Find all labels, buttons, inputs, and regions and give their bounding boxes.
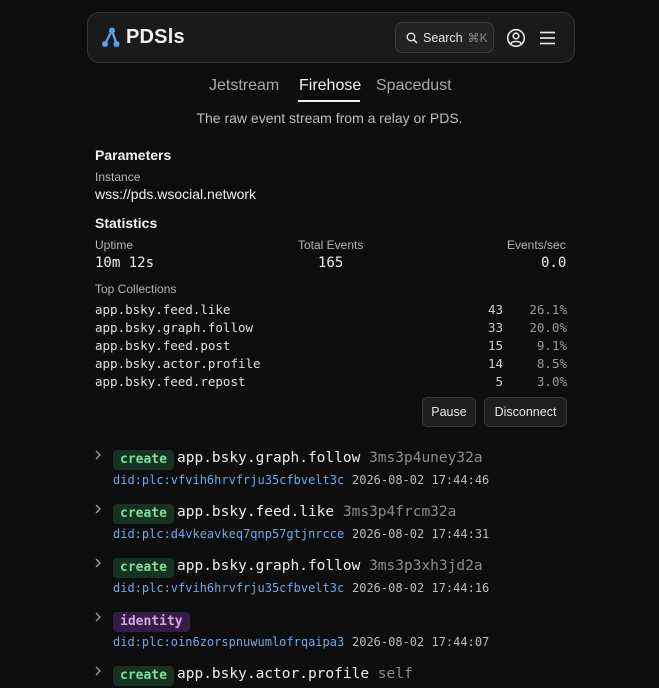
instance-value: wss://pds.wsocial.network — [95, 186, 257, 202]
stream-tabs: Jetstream Firehose Spacedust — [0, 77, 659, 103]
collection-count: 43 — [487, 302, 503, 317]
collection-name: app.bsky.feed.like — [95, 302, 231, 317]
collection-row: app.bsky.feed.post 15 9.1% — [95, 338, 567, 356]
collection-row: app.bsky.feed.repost 5 3.0% — [95, 374, 567, 392]
event-rkey: self — [377, 666, 413, 682]
collection-row: app.bsky.feed.like 43 26.1% — [95, 302, 567, 320]
chevron-right-icon[interactable] — [93, 557, 103, 569]
event-rkey: 3ms3p4frcm32a — [342, 504, 457, 520]
event-item: create app.bsky.actor.profile self — [93, 665, 573, 688]
search-shortcut: ⌘K — [467, 30, 488, 45]
event-collection-name: app.bsky.feed.like — [177, 504, 335, 520]
collection-row: app.bsky.actor.profile 14 8.5% — [95, 356, 567, 374]
collection-name: app.bsky.feed.repost — [95, 374, 246, 389]
collection-name: app.bsky.feed.post — [95, 338, 231, 353]
collection-count: 5 — [495, 374, 503, 389]
event-did-link[interactable]: did:plc:oin6zorspnuwumlofrqaipa3 — [113, 635, 344, 649]
tab-spacedust[interactable]: Spacedust — [376, 77, 452, 95]
event-type-badge: identity — [113, 612, 190, 632]
event-timestamp: 2026-08-02 17:44:16 — [352, 581, 490, 595]
search-icon — [406, 32, 418, 44]
pdsls-logo-icon — [102, 27, 120, 47]
collection-percent: 3.0% — [536, 374, 567, 389]
collection-row: app.bsky.graph.follow 33 20.0% — [95, 320, 567, 338]
user-circle-icon[interactable] — [506, 28, 526, 48]
event-did-link[interactable]: did:plc:d4vkeavkeq7qnp57gtjnrcce — [113, 527, 344, 541]
brand-logo[interactable]: PDSls — [101, 26, 185, 49]
collection-name: app.bsky.graph.follow — [95, 320, 254, 335]
event-collection: app.bsky.feed.like 3ms3p4frcm32a — [177, 504, 456, 520]
top-nav-bar: PDSls Search ⌘K — [87, 12, 575, 63]
search-label: Search — [423, 30, 463, 45]
instance-label: Instance — [95, 170, 141, 184]
event-item: identity did:plc:oin6zorspnuwumlofrqaipa… — [93, 611, 573, 657]
event-collection: app.bsky.actor.profile self — [177, 666, 413, 682]
collection-count: 15 — [487, 338, 503, 353]
event-collection-name: app.bsky.graph.follow — [177, 450, 361, 466]
chevron-right-icon[interactable] — [93, 449, 103, 461]
collection-percent: 9.1% — [536, 338, 567, 353]
page-description: The raw event stream from a relay or PDS… — [196, 110, 463, 126]
event-timestamp: 2026-08-02 17:44:07 — [352, 635, 490, 649]
collection-name: app.bsky.actor.profile — [95, 356, 261, 371]
event-type-badge: create — [113, 450, 174, 470]
top-collections-label: Top Collections — [95, 282, 177, 296]
collection-percent: 8.5% — [536, 356, 567, 371]
event-rkey: 3ms3p3xh3jd2a — [369, 558, 483, 574]
event-collection-name: app.bsky.actor.profile — [177, 666, 370, 682]
events-per-sec-value: 0.0 — [541, 255, 567, 271]
event-collection: app.bsky.graph.follow 3ms3p3xh3jd2a — [177, 558, 483, 574]
chevron-right-icon[interactable] — [93, 611, 103, 623]
event-did-link[interactable]: did:plc:vfvih6hrvfrju35cfbvelt3c — [113, 581, 344, 595]
total-events-value: 165 — [318, 255, 344, 271]
uptime-label: Uptime — [95, 238, 134, 252]
disconnect-button[interactable]: Disconnect — [484, 397, 567, 427]
pause-button[interactable]: Pause — [422, 397, 476, 427]
events-per-sec-label: Events/sec — [507, 238, 566, 252]
tab-firehose[interactable]: Firehose — [299, 77, 361, 95]
search-button[interactable]: Search ⌘K — [395, 22, 494, 53]
uptime-value: 10m 12s — [95, 255, 155, 271]
chevron-right-icon[interactable] — [93, 665, 103, 677]
event-timestamp: 2026-08-02 17:44:46 — [352, 473, 490, 487]
parameters-heading: Parameters — [95, 147, 172, 163]
collection-percent: 26.1% — [529, 302, 567, 317]
event-collection: app.bsky.graph.follow 3ms3p4uney32a — [177, 450, 483, 466]
event-collection-name: app.bsky.graph.follow — [177, 558, 361, 574]
event-type-badge: create — [113, 504, 174, 524]
event-timestamp: 2026-08-02 17:44:31 — [352, 527, 490, 541]
active-tab-indicator — [298, 100, 360, 102]
collection-count: 14 — [487, 356, 503, 371]
total-events-label: Total Events — [298, 238, 364, 252]
statistics-heading: Statistics — [95, 215, 158, 231]
event-rkey: 3ms3p4uney32a — [369, 450, 483, 466]
event-did-link[interactable]: did:plc:vfvih6hrvfrju35cfbvelt3c — [113, 473, 344, 487]
event-item: create app.bsky.graph.follow 3ms3p4uney3… — [93, 449, 573, 495]
event-item: create app.bsky.feed.like 3ms3p4frcm32a … — [93, 503, 573, 549]
event-type-badge: create — [113, 558, 174, 578]
brand-name: PDSls — [126, 26, 185, 48]
chevron-right-icon[interactable] — [93, 503, 103, 515]
collection-count: 33 — [487, 320, 503, 335]
event-type-badge: create — [113, 666, 174, 686]
event-item: create app.bsky.graph.follow 3ms3p3xh3jd… — [93, 557, 573, 603]
tab-jetstream[interactable]: Jetstream — [209, 77, 279, 95]
hamburger-menu-icon[interactable] — [538, 29, 557, 47]
collection-percent: 20.0% — [529, 320, 567, 335]
